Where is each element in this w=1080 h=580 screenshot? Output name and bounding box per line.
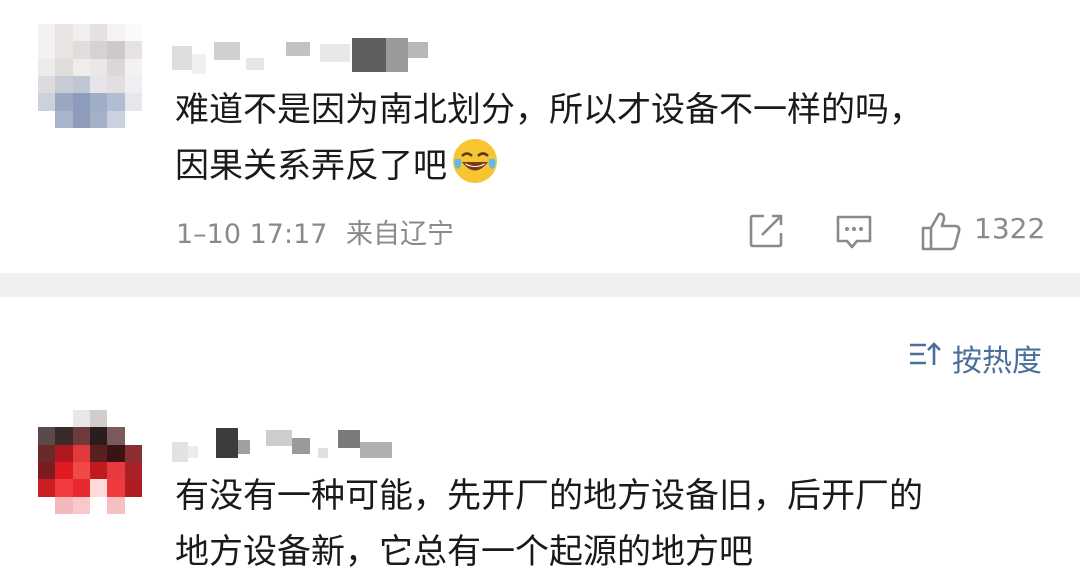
comment-text-line-2: 地方设备新，它总有一个起源的地方吧 [175, 532, 753, 572]
comment-text-line-1: 有没有一种可能，先开厂的地方设备旧，后开厂的 [175, 476, 923, 516]
like-count: 1322 [974, 212, 1046, 245]
sort-by-hot-button[interactable]: 按热度 [908, 336, 1042, 380]
avatar[interactable] [38, 24, 142, 128]
comment-date: 1–10 17:17 [176, 219, 328, 250]
section-divider [0, 273, 1080, 297]
comment-text-line-2: 因果关系弄反了吧 [175, 138, 923, 194]
laughing-crying-emoji-icon [453, 139, 497, 183]
comment-text-line-1: 难道不是因为南北划分，所以才设备不一样的吗， [175, 90, 923, 130]
sort-label: 按热度 [952, 344, 1042, 379]
share-icon[interactable] [748, 213, 784, 253]
username-redacted[interactable] [172, 38, 428, 78]
comment-text: 难道不是因为南北划分，所以才设备不一样的吗， 因果关系弄反了吧 [175, 82, 923, 194]
comment-icon[interactable] [835, 213, 873, 255]
comment-text-line-2-text: 因果关系弄反了吧 [175, 146, 447, 186]
like-icon[interactable] [920, 210, 962, 256]
comment-location: 来自辽宁 [346, 219, 455, 250]
comment-2: 有没有一种可能，先开厂的地方设备旧，后开厂的 地方设备新，它总有一个起源的地方吧 [0, 400, 1080, 579]
comment-meta: 1–10 17:17 来自辽宁 [176, 212, 454, 251]
username-redacted[interactable] [172, 424, 392, 464]
comment-1: 难道不是因为南北划分，所以才设备不一样的吗， 因果关系弄反了吧 1–10 17:… [0, 0, 1080, 273]
comment-text: 有没有一种可能，先开厂的地方设备旧，后开厂的 地方设备新，它总有一个起源的地方吧 [175, 468, 923, 580]
avatar[interactable] [38, 410, 142, 514]
sort-icon [908, 340, 942, 376]
